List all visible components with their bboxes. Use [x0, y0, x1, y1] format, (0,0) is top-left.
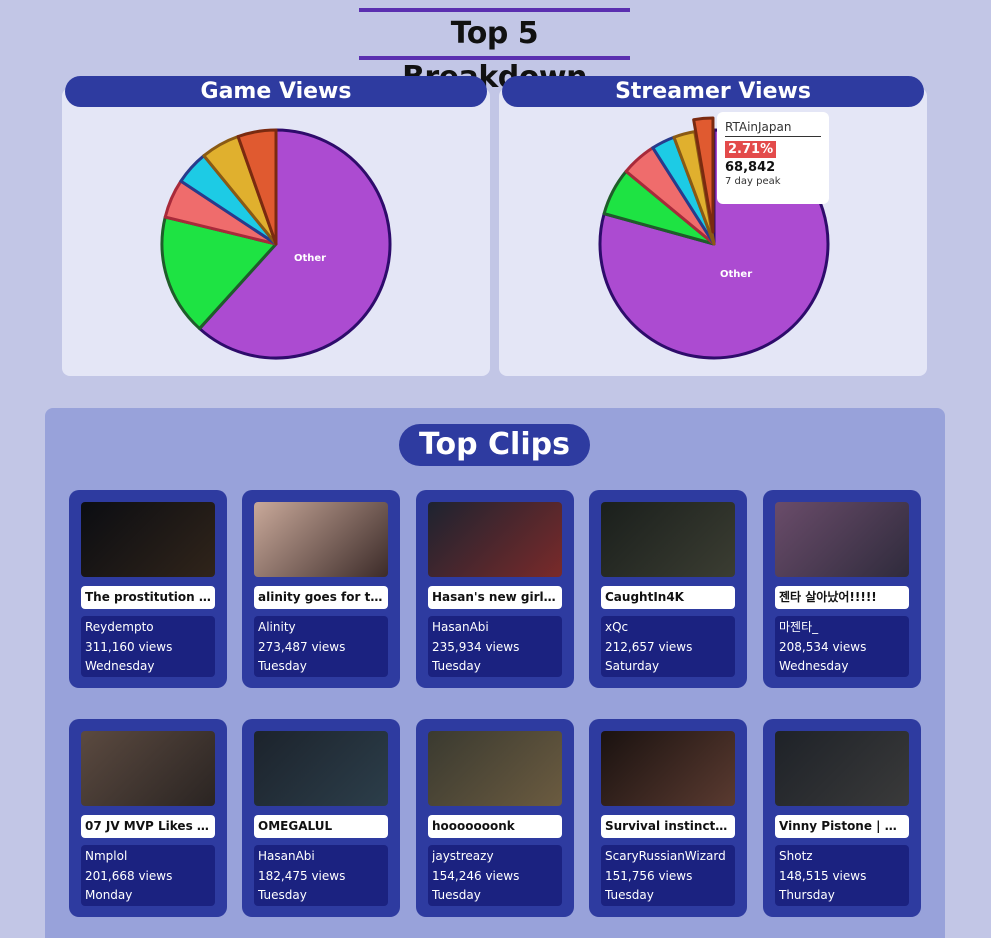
tooltip-peak-label: 7 day peak [725, 176, 781, 187]
clip-views: 151,756 views [605, 868, 693, 883]
clip-thumbnail[interactable] [81, 731, 215, 806]
clip-info: Shotz 148,515 views Thursday [775, 845, 909, 906]
clip-card[interactable]: Survival instincts ki… ScaryRussianWizard… [589, 719, 747, 917]
clip-day: Saturday [605, 659, 660, 673]
clip-card[interactable]: hooooooonk jaystreazy 154,246 views Tuesday [416, 719, 574, 917]
clip-title[interactable]: CaughtIn4K [601, 586, 735, 609]
clip-card[interactable]: 07 JV MVP Likes e… Nmplol 201,668 views Mon… [69, 719, 227, 917]
clip-day: Tuesday [432, 659, 481, 673]
pie-slice-label: Other [294, 253, 326, 264]
clip-streamer: Shotz [779, 849, 813, 863]
clip-streamer: HasanAbi [432, 620, 489, 634]
clip-thumbnail[interactable] [775, 731, 909, 806]
clip-info: HasanAbi 235,934 views Tuesday [428, 616, 562, 677]
clip-day: Wednesday [779, 659, 849, 673]
tooltip-streamer-name: RTAinJapan [725, 120, 821, 137]
page-title: Top 5 Breakdown [359, 8, 630, 95]
clip-thumbnail[interactable] [428, 731, 562, 806]
clip-thumbnail[interactable] [81, 502, 215, 577]
clip-title[interactable]: 07 JV MVP Likes e… [81, 815, 215, 838]
clip-thumbnail[interactable] [775, 502, 909, 577]
tooltip-value: 68,842 [725, 160, 776, 175]
clip-views: 208,534 views [779, 639, 867, 654]
clip-views: 201,668 views [85, 868, 173, 883]
clip-card[interactable]: Vinny Pistone | Cha… Shotz 148,515 views Th… [763, 719, 921, 917]
clip-title[interactable]: 젠타 살아났어!!!!! [775, 586, 909, 609]
clip-info: 마젠타_ 208,534 views Wednesday [775, 616, 909, 677]
clip-views: 311,160 views [85, 639, 173, 654]
clip-streamer: HasanAbi [258, 849, 315, 863]
clip-day: Tuesday [258, 888, 307, 902]
clip-thumbnail[interactable] [254, 502, 388, 577]
clip-title[interactable]: Survival instincts ki… [601, 815, 735, 838]
clip-streamer: xQc [605, 620, 629, 634]
clip-views: 154,246 views [432, 868, 520, 883]
clip-day: Thursday [779, 888, 835, 902]
clip-day: Monday [85, 888, 133, 902]
clip-views: 148,515 views [779, 868, 867, 883]
clip-card[interactable]: The prostitution ga… Reydempto 311,160 vie… [69, 490, 227, 688]
clip-thumbnail[interactable] [428, 502, 562, 577]
game-views-pie-chart[interactable]: Other [148, 116, 404, 372]
clip-info: xQc 212,657 views Saturday [601, 616, 735, 677]
clip-views: 235,934 views [432, 639, 520, 654]
clip-info: jaystreazy 154,246 views Tuesday [428, 845, 562, 906]
clip-info: Alinity 273,487 views Tuesday [254, 616, 388, 677]
clip-title[interactable]: OMEGALUL [254, 815, 388, 838]
clip-card[interactable]: Hasan's new girlfri… HasanAbi 235,934 view… [416, 490, 574, 688]
clip-title[interactable]: Hasan's new girlfri… [428, 586, 562, 609]
tooltip-percent-badge: 2.71% [725, 141, 777, 158]
clip-info: ScaryRussianWizard 151,756 views Tuesday [601, 845, 735, 906]
chart-tooltip: RTAinJapan 2.71% 68,842 7 day peak [717, 112, 829, 204]
clip-info: Nmplol 201,668 views Monday [81, 845, 215, 906]
streamer-views-header: Streamer Views [502, 76, 924, 107]
clip-day: Tuesday [432, 888, 481, 902]
clip-title[interactable]: The prostitution ga… [81, 586, 215, 609]
clip-streamer: Nmplol [85, 849, 128, 863]
clip-title[interactable]: alinity goes for the … [254, 586, 388, 609]
clip-card[interactable]: 젠타 살아났어!!!!! 마젠타_ 208,534 views Wednesday [763, 490, 921, 688]
clip-info: Reydempto 311,160 views Wednesday [81, 616, 215, 677]
clip-streamer: jaystreazy [432, 849, 494, 863]
clip-card[interactable]: CaughtIn4K xQc 212,657 views Saturday [589, 490, 747, 688]
clip-thumbnail[interactable] [601, 731, 735, 806]
clip-streamer: 마젠타_ [779, 620, 819, 634]
clip-day: Tuesday [258, 659, 307, 673]
clip-day: Wednesday [85, 659, 155, 673]
clip-views: 182,475 views [258, 868, 346, 883]
game-views-header: Game Views [65, 76, 487, 107]
clip-thumbnail[interactable] [254, 731, 388, 806]
clip-streamer: Alinity [258, 620, 296, 634]
clip-streamer: Reydempto [85, 620, 154, 634]
clip-info: HasanAbi 182,475 views Tuesday [254, 845, 388, 906]
clip-views: 273,487 views [258, 639, 346, 654]
clip-card[interactable]: alinity goes for the … Alinity 273,487 vie… [242, 490, 400, 688]
clip-day: Tuesday [605, 888, 654, 902]
pie-slice-label: Other [720, 269, 752, 280]
clip-views: 212,657 views [605, 639, 693, 654]
top-clips-title: Top Clips [399, 424, 590, 466]
clip-title[interactable]: hooooooonk [428, 815, 562, 838]
clip-thumbnail[interactable] [601, 502, 735, 577]
clip-card[interactable]: OMEGALUL HasanAbi 182,475 views Tuesday [242, 719, 400, 917]
clip-streamer: ScaryRussianWizard [605, 849, 726, 863]
clip-title[interactable]: Vinny Pistone | Cha… [775, 815, 909, 838]
